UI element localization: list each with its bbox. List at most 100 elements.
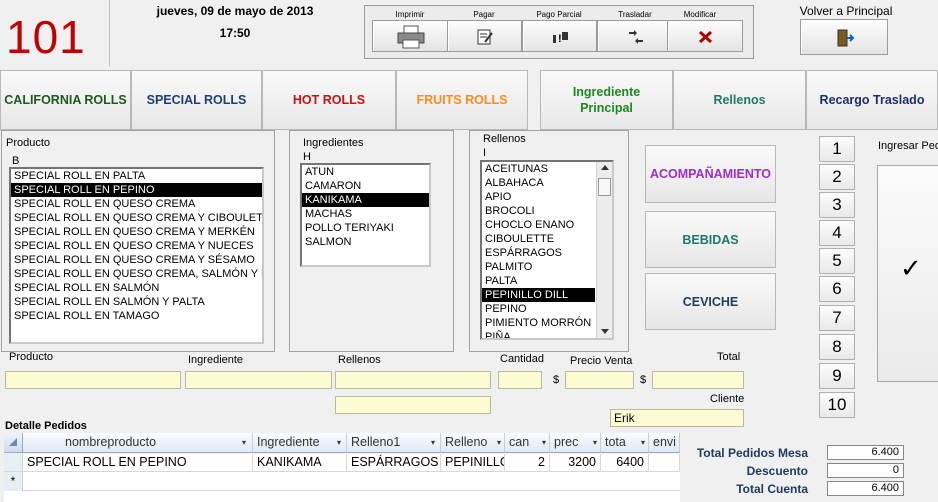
quantity-button-3[interactable]: 3	[819, 192, 855, 218]
table-cell-relleno1[interactable]: ESPÁRRAGOS	[347, 454, 441, 472]
list-item[interactable]: ATUN	[302, 165, 429, 179]
list-item-selected[interactable]: KANIKAMA	[302, 193, 429, 207]
category-special-rolls[interactable]: SPECIAL ROLLS	[131, 70, 262, 130]
print-button[interactable]	[372, 20, 448, 52]
quantity-button-9[interactable]: 9	[819, 363, 855, 389]
list-item[interactable]: SPECIAL ROLL EN QUESO CREMA Y CIBOULETT	[11, 211, 262, 225]
row-selector[interactable]	[4, 454, 23, 472]
edit-cancel-icon	[698, 30, 713, 44]
list-item[interactable]: APIO	[482, 190, 595, 204]
ingresar-pedido-button[interactable]: ✓	[877, 165, 938, 382]
category-california-rolls[interactable]: CALIFORNIA ROLLS	[0, 70, 131, 130]
table-number-box: 101	[0, 0, 110, 66]
list-item[interactable]: CIBOULETTE	[482, 232, 595, 246]
list-item[interactable]: CHOCLO ENANO	[482, 218, 595, 232]
list-item[interactable]: SALMON	[302, 235, 429, 249]
grid-corner[interactable]	[4, 433, 23, 453]
category-rellenos[interactable]: Rellenos	[673, 70, 806, 130]
quantity-button-4[interactable]: 4	[819, 220, 855, 246]
acompanamiento-button[interactable]: ACOMPAÑAMIENTO	[645, 145, 776, 203]
scroll-up-arrow-icon[interactable]	[601, 165, 609, 170]
category-recargo-traslado[interactable]: Recargo Traslado	[806, 70, 938, 130]
column-header-relleno1[interactable]: Relleno1 ▾	[347, 433, 441, 453]
list-item[interactable]: BROCOLI	[482, 204, 595, 218]
scroll-down-arrow-icon[interactable]	[601, 329, 609, 334]
column-header-relleno[interactable]: Relleno ▾	[441, 433, 505, 453]
toolbar-label-modificar: Modificar	[683, 10, 717, 19]
list-item[interactable]: ACEITUNAS	[482, 162, 595, 176]
column-header-nombreproducto[interactable]: nombreproducto ▾	[23, 433, 253, 453]
list-item[interactable]: MACHAS	[302, 207, 429, 221]
column-header-precio[interactable]: prec ▾	[550, 433, 601, 453]
cliente-field[interactable]: Erik	[610, 409, 744, 427]
list-item[interactable]: ESPÁRRAGOS	[482, 246, 595, 260]
printer-icon	[397, 25, 425, 49]
partial-payment-button[interactable]: !	[522, 20, 597, 52]
list-item[interactable]: SPECIAL ROLL EN QUESO CREMA Y SÉSAMO	[11, 253, 262, 267]
cantidad-field[interactable]	[498, 371, 542, 389]
pay-button[interactable]	[447, 20, 522, 52]
producto-field[interactable]	[5, 371, 181, 389]
list-item[interactable]: PALMITO	[482, 260, 595, 274]
ingrediente-field[interactable]	[185, 371, 332, 389]
category-fruits-rolls[interactable]: FRUITS ROLLS	[396, 70, 528, 130]
quantity-button-5[interactable]: 5	[819, 248, 855, 274]
list-item[interactable]: SPECIAL ROLL EN PALTA	[11, 169, 262, 183]
precio-field[interactable]	[565, 371, 634, 389]
bebidas-button[interactable]: BEBIDAS	[645, 211, 776, 268]
quantity-button-6[interactable]: 6	[819, 276, 855, 302]
category-ingrediente-principal[interactable]: Ingrediente Principal	[540, 70, 673, 130]
table-cell-cantidad[interactable]: 2	[505, 454, 550, 472]
quantity-button-7[interactable]: 7	[819, 305, 855, 331]
category-hot-rolls[interactable]: HOT ROLLS	[262, 70, 396, 130]
list-item[interactable]: SPECIAL ROLL EN QUESO CREMA	[11, 197, 262, 211]
list-item[interactable]: PIMIENTO MORRÓN	[482, 316, 595, 330]
quantity-button-1[interactable]: 1	[819, 136, 855, 162]
list-item[interactable]: PALTA	[482, 274, 595, 288]
total-cuenta-label: Total Cuenta	[736, 482, 808, 496]
ingredientes-list[interactable]: ATUN CAMARON KANIKAMA MACHAS POLLO TERIY…	[300, 163, 431, 267]
list-item[interactable]: SPECIAL ROLL EN SALMÓN Y PALTA	[11, 295, 262, 309]
list-item[interactable]: PEPINO	[482, 302, 595, 316]
list-item[interactable]: ALBAHACA	[482, 176, 595, 190]
table-cell-total[interactable]: 6400	[601, 454, 649, 472]
list-item[interactable]: SPECIAL ROLL EN SALMÓN	[11, 281, 262, 295]
rellenos-scrollbar[interactable]	[596, 162, 612, 338]
column-header-total[interactable]: tota ▾	[601, 433, 649, 453]
total-field[interactable]	[652, 371, 744, 389]
back-to-main-button[interactable]	[800, 19, 888, 55]
column-label: Relleno	[445, 435, 488, 449]
rellenos-list[interactable]: ACEITUNAS ALBAHACA APIO BROCOLI CHOCLO E…	[480, 160, 614, 340]
list-item-selected[interactable]: PEPINILLO DILL	[482, 288, 595, 302]
rellenos-field-1[interactable]	[335, 371, 491, 389]
list-item[interactable]: SPECIAL ROLL EN TAMAGO	[11, 309, 262, 323]
rellenos-field-2[interactable]	[335, 396, 491, 414]
list-item[interactable]: SPECIAL ROLL EN QUESO CREMA, SALMÓN Y P/	[11, 267, 262, 281]
table-cell-ingrediente[interactable]: KANIKAMA	[253, 454, 347, 472]
new-row-selector[interactable]: *	[4, 472, 23, 491]
new-row[interactable]	[23, 472, 680, 491]
ceviche-button[interactable]: CEVICHE	[645, 273, 776, 330]
list-item[interactable]: CAMARON	[302, 179, 429, 193]
form-rellenos-label: Rellenos	[338, 354, 381, 366]
table-cell-producto[interactable]: SPECIAL ROLL EN PEPINO	[23, 454, 253, 472]
precio-currency: $	[553, 374, 560, 386]
quantity-button-8[interactable]: 8	[819, 334, 855, 360]
list-item[interactable]: POLLO TERIYAKI	[302, 221, 429, 235]
table-cell-precio[interactable]: 3200	[550, 454, 601, 472]
transfer-button[interactable]	[597, 20, 672, 52]
column-header-cantidad[interactable]: can ▾	[505, 433, 550, 453]
table-cell-relleno[interactable]: PEPINILLO	[441, 454, 505, 472]
column-header-ingrediente[interactable]: Ingrediente ▾	[253, 433, 347, 453]
list-item-selected[interactable]: SPECIAL ROLL EN PEPINO	[11, 183, 262, 197]
quantity-button-2[interactable]: 2	[819, 164, 855, 190]
list-item[interactable]: SPECIAL ROLL EN QUESO CREMA Y MERKÉN	[11, 225, 262, 239]
column-label: tota	[605, 435, 626, 449]
producto-list[interactable]: SPECIAL ROLL EN PALTA SPECIAL ROLL EN PE…	[9, 167, 264, 344]
descuento-field[interactable]: 0	[827, 463, 904, 478]
scroll-thumb[interactable]	[598, 178, 611, 196]
list-item[interactable]: SPECIAL ROLL EN QUESO CREMA Y NUECES	[11, 239, 262, 253]
quantity-button-10[interactable]: 10	[819, 392, 855, 418]
list-item[interactable]: PIÑA	[482, 330, 595, 338]
modify-button[interactable]	[667, 20, 743, 52]
